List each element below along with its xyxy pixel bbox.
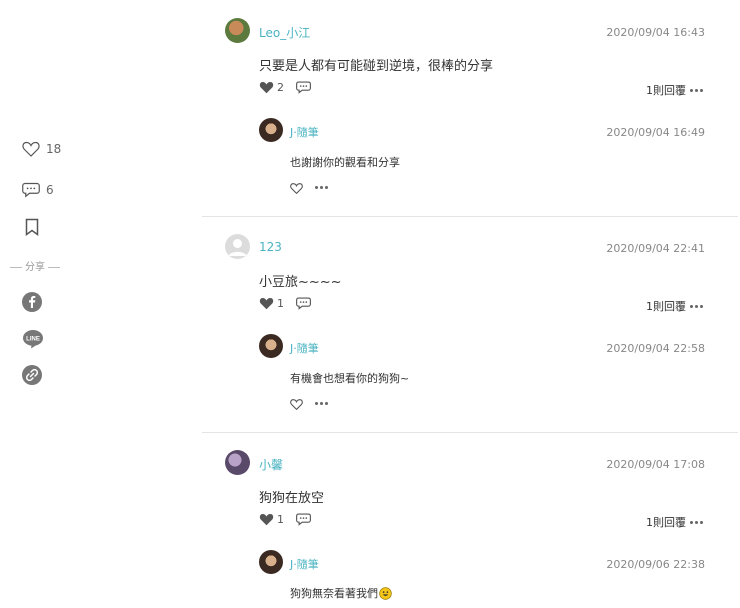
comment-text: 小豆旅~~~~ xyxy=(259,275,342,290)
comment-time: 2020/09/04 16:43 xyxy=(606,26,705,39)
reply-author-name[interactable]: J·隨筆 xyxy=(290,556,319,572)
reply-count-label: 1則回覆 xyxy=(646,84,686,97)
reply-like-button[interactable] xyxy=(290,182,303,194)
line-share-button[interactable]: LINE xyxy=(22,329,44,349)
reply-author-name[interactable]: J·隨筆 xyxy=(290,340,319,356)
reply-author-name[interactable]: J·隨筆 xyxy=(290,124,319,140)
bookmark-button[interactable] xyxy=(25,218,39,236)
reply-text-container: 狗狗無奈看著我們 xyxy=(290,585,392,601)
reply-count-button[interactable]: 1則回覆 xyxy=(646,514,703,530)
heart-outline-icon xyxy=(290,183,303,194)
link-icon xyxy=(22,365,42,385)
heart-outline-icon xyxy=(290,399,303,410)
comment-post-button[interactable]: 6 xyxy=(22,181,54,198)
commenter-name[interactable]: Leo_小江 xyxy=(259,24,310,41)
more-options-icon[interactable] xyxy=(690,304,703,308)
more-options-icon[interactable] xyxy=(690,88,703,92)
more-options-icon xyxy=(315,186,328,189)
reply-text: 也謝謝你的觀看和分享 xyxy=(290,156,400,169)
smiley-emoji-icon xyxy=(379,586,392,600)
heart-outline-icon xyxy=(22,141,40,157)
more-options-icon xyxy=(315,402,328,405)
default-user-icon xyxy=(228,239,247,256)
reply-count-label: 1則回覆 xyxy=(646,300,686,313)
avatar[interactable] xyxy=(259,550,283,574)
comment-like-button[interactable]: 1 xyxy=(259,296,284,310)
facebook-share-button[interactable] xyxy=(22,292,42,312)
avatar[interactable] xyxy=(259,334,283,358)
comment-time: 2020/09/04 17:08 xyxy=(606,458,705,471)
reply-more-button[interactable] xyxy=(315,402,328,405)
comment-like-count: 1 xyxy=(277,296,284,310)
comment-reply-button[interactable] xyxy=(296,296,311,310)
avatar[interactable] xyxy=(225,450,250,475)
commenter-name[interactable]: 123 xyxy=(259,240,282,254)
reply-time: 2020/09/04 22:58 xyxy=(606,342,705,355)
reply-count-button[interactable]: 1則回覆 xyxy=(646,298,703,314)
heart-filled-icon xyxy=(259,298,274,310)
comment-count: 6 xyxy=(46,182,54,197)
like-post-button[interactable]: 18 xyxy=(22,140,61,157)
post-action-sidebar: 18 6 分享 LINE xyxy=(0,0,80,608)
more-options-icon[interactable] xyxy=(690,520,703,524)
svg-text:LINE: LINE xyxy=(26,337,40,343)
speech-bubble-icon xyxy=(296,81,311,94)
like-count: 18 xyxy=(46,141,62,156)
heart-filled-icon xyxy=(259,82,274,94)
avatar[interactable] xyxy=(259,118,283,142)
comments-section: Leo_小江 2020/09/04 16:43 只要是人都有可能碰到逆境，很棒的… xyxy=(202,0,740,608)
comment-text: 只要是人都有可能碰到逆境，很棒的分享 xyxy=(259,59,494,74)
speech-bubble-icon xyxy=(296,513,311,526)
comment-reply-button[interactable] xyxy=(296,512,311,526)
heart-filled-icon xyxy=(259,514,274,526)
comment-divider xyxy=(202,216,738,217)
comment-like-count: 2 xyxy=(277,80,284,94)
commenter-name[interactable]: 小馨 xyxy=(259,456,283,473)
comment-text: 狗狗在放空 xyxy=(259,491,325,506)
comment-time: 2020/09/04 22:41 xyxy=(606,242,705,255)
reply-more-button[interactable] xyxy=(315,186,328,189)
comment-like-count: 1 xyxy=(277,512,284,526)
comment-divider xyxy=(202,432,738,433)
avatar[interactable] xyxy=(225,18,250,43)
reply-time: 2020/09/06 22:38 xyxy=(606,558,705,571)
copy-link-button[interactable] xyxy=(22,365,42,385)
speech-bubble-icon xyxy=(22,182,40,198)
reply-like-button[interactable] xyxy=(290,398,303,410)
comment-like-button[interactable]: 2 xyxy=(259,80,284,94)
reply-text: 有機會也想看你的狗狗~ xyxy=(290,372,410,385)
reply-count-button[interactable]: 1則回覆 xyxy=(646,82,703,98)
share-label: 分享 xyxy=(6,258,64,273)
facebook-icon xyxy=(22,292,42,312)
reply-count-label: 1則回覆 xyxy=(646,516,686,529)
bookmark-icon xyxy=(25,218,39,236)
reply-time: 2020/09/04 16:49 xyxy=(606,126,705,139)
comment-reply-button[interactable] xyxy=(296,80,311,94)
avatar[interactable] xyxy=(225,234,250,259)
reply-text: 狗狗無奈看著我們 xyxy=(290,587,378,600)
speech-bubble-icon xyxy=(296,297,311,310)
comment-like-button[interactable]: 1 xyxy=(259,512,284,526)
line-icon: LINE xyxy=(23,330,43,349)
